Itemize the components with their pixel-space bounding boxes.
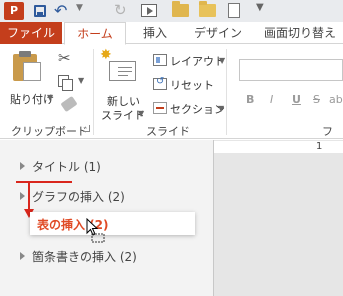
ruler [214,141,343,153]
customize-toolbar-icon[interactable]: ▼ [256,2,264,13]
title-bar: P ↶ ▼ ↻ ▼ [0,0,343,22]
drag-arrow [28,183,30,211]
section-button[interactable]: セクション [170,101,225,117]
expand-triangle-icon[interactable] [20,192,25,200]
reset-icon[interactable] [153,76,167,90]
group-divider [93,49,94,135]
undo-dropdown-icon[interactable]: ▼ [76,3,83,13]
tab-transitions[interactable]: 画面切り替え [258,22,342,45]
slides-group-label: スライド [146,125,190,138]
copy-icon[interactable] [58,75,73,91]
new-slide-icon[interactable]: ✸ [100,47,136,81]
layout-dropdown-icon[interactable]: ▼ [219,56,225,65]
font-name-combobox[interactable] [239,59,343,81]
redo-icon[interactable]: ↻ [114,1,127,19]
clipboard-launcher-icon[interactable] [83,125,90,132]
section-label: 箇条書きの挿入 (2) [32,250,137,264]
scissors-icon[interactable]: ✂ [58,49,71,67]
italic-button[interactable]: I [270,93,273,106]
folder-icon[interactable] [172,1,189,17]
new-document-icon[interactable] [228,3,240,18]
dragged-section-table[interactable]: 表の挿入 (2) [30,212,195,235]
bold-button[interactable]: B [246,93,254,106]
paste-dropdown-icon[interactable]: ▼ [47,93,53,102]
copy-dropdown-icon[interactable]: ▼ [78,76,84,85]
app-icon: P [4,2,24,20]
tab-insert[interactable]: 挿入 [134,22,176,45]
paste-icon[interactable] [11,51,45,81]
shadow-button[interactable]: abe [329,93,343,106]
underline-button[interactable]: U [292,93,301,106]
format-painter-icon[interactable] [60,95,78,113]
undo-icon[interactable]: ↶ [54,1,67,20]
new-slide-dropdown-icon[interactable]: ▼ [138,109,144,118]
ribbon-tab-bar: ファイル ホーム 挿入 デザイン 画面切り替え [0,22,343,45]
tab-design[interactable]: デザイン [188,22,248,45]
section-dropdown-icon[interactable]: ▼ [218,104,224,113]
presentation-icon[interactable] [141,4,157,17]
layout-button[interactable]: レイアウト [170,53,225,69]
strikethrough-button[interactable]: S [313,93,320,106]
tab-file[interactable]: ファイル [0,22,62,44]
tab-home[interactable]: ホーム [64,22,126,45]
group-divider [226,49,227,135]
section-label: タイトル (1) [32,160,101,174]
section-chart[interactable]: グラフの挿入 (2) [20,188,125,205]
expand-triangle-icon[interactable] [20,162,25,170]
section-bullets[interactable]: 箇条書きの挿入 (2) [20,248,137,265]
expand-triangle-icon[interactable] [20,252,25,260]
section-icon[interactable] [153,102,167,114]
open-folder-icon[interactable] [199,1,216,17]
slide-editing-area [214,140,343,296]
ruler-number: 1 [316,141,323,152]
drop-position-line [16,181,72,183]
save-icon[interactable] [34,5,46,17]
layout-icon[interactable] [153,54,167,66]
section-title[interactable]: タイトル (1) [20,158,101,175]
drag-cursor-icon [86,218,105,243]
reset-button[interactable]: リセット [170,77,214,93]
section-label: グラフの挿入 (2) [32,190,125,204]
clipboard-group-label: クリップボード [11,125,88,138]
ribbon: 貼り付け ▼ ✂ ▼ クリップボード ✸ 新しい スライド ▼ レイアウト ▼ … [0,45,343,170]
